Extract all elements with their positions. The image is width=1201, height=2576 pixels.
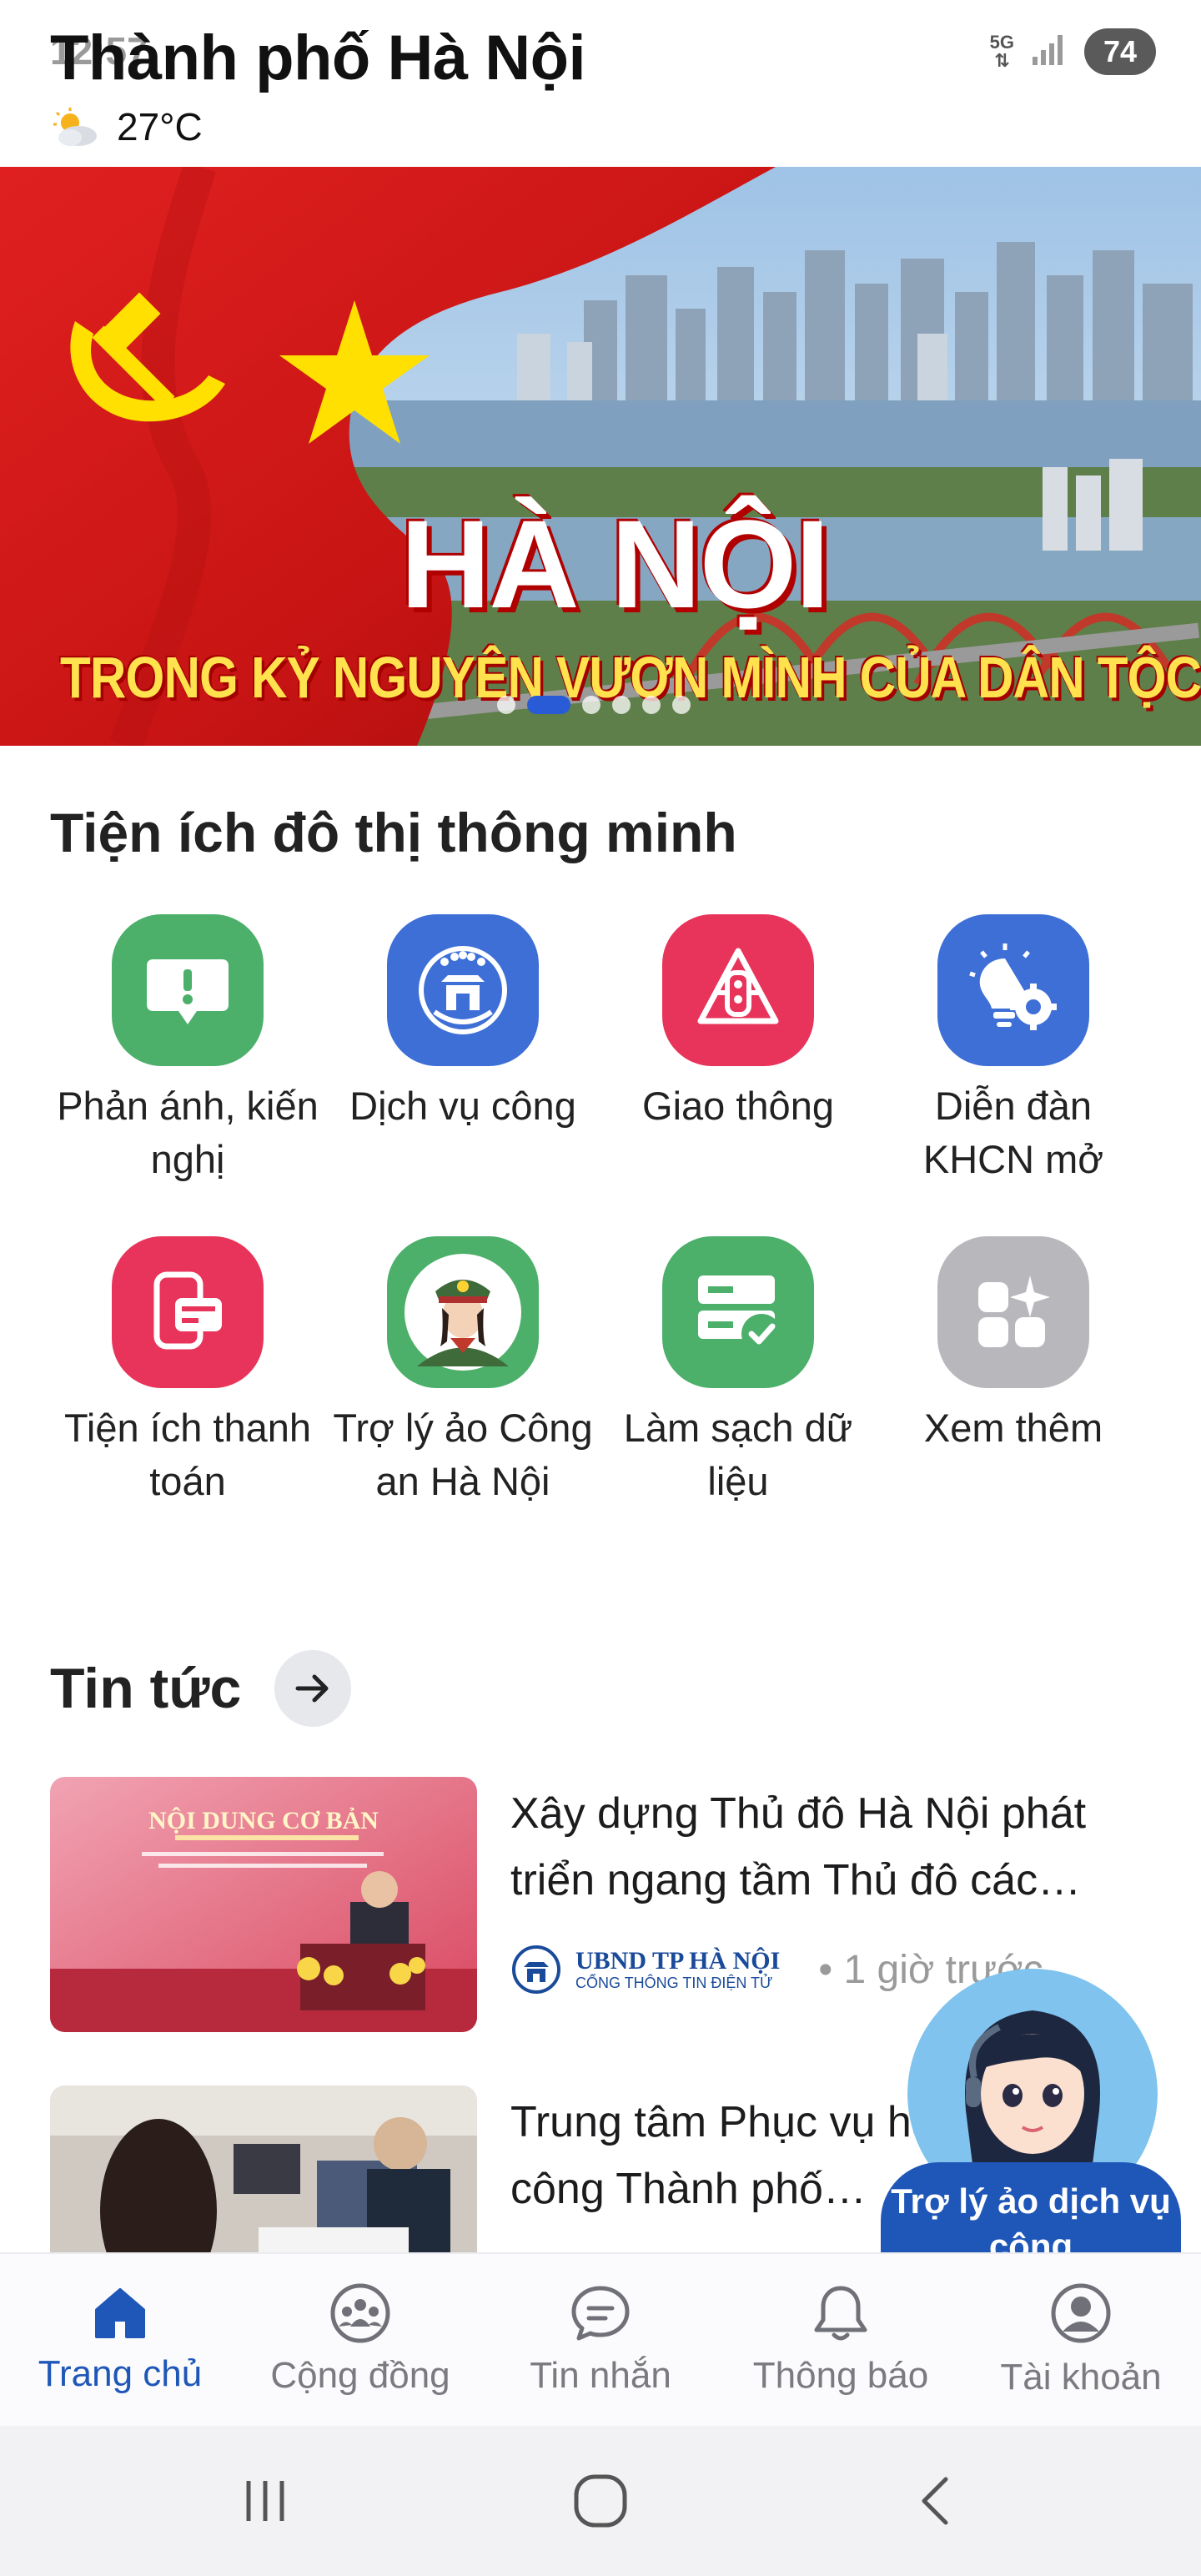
account-icon: [1051, 2283, 1111, 2343]
community-icon: [330, 2283, 390, 2343]
utility-label: Làm sạch dữ liệu: [623, 1406, 853, 1503]
utility-payment[interactable]: Tiện ích thanh toán: [50, 1236, 325, 1508]
utility-traffic[interactable]: Giao thông: [600, 914, 876, 1186]
arrow-right-icon: [295, 1674, 329, 1703]
data-clean-icon: [662, 1236, 814, 1388]
utility-label: Trợ lý ảo Công an Hà Nội: [333, 1406, 593, 1503]
carousel-dot[interactable]: [672, 696, 691, 714]
recent-apps-icon[interactable]: [224, 2468, 307, 2534]
carousel-indicator: [497, 696, 691, 714]
bottom-navigation: Trang chủ Cộng đồng Tin nhắn Thông báo T…: [0, 2252, 1201, 2426]
utilities-grid: Phản ánh, kiến nghị Dịch vụ công Giao th…: [50, 914, 1151, 1508]
utility-data-clean[interactable]: Làm sạch dữ liệu: [600, 1236, 876, 1508]
partly-cloudy-icon: [50, 106, 102, 148]
carousel-dot-active[interactable]: [527, 696, 570, 714]
news-more-button[interactable]: [274, 1650, 352, 1727]
utility-label: Xem thêm: [923, 1406, 1103, 1450]
payment-card-icon: [112, 1236, 264, 1388]
utility-police-assistant[interactable]: Trợ lý ảo Công an Hà Nội: [325, 1236, 600, 1508]
carousel-dot[interactable]: [612, 696, 631, 714]
nav-label: Trang chủ: [38, 2353, 203, 2394]
utility-public-service[interactable]: Dịch vụ công: [325, 914, 600, 1186]
virtual-assistant-button[interactable]: Trợ lý ảo dịch vụ công: [881, 1969, 1181, 2279]
nav-label: Cộng đồng: [270, 2355, 450, 2396]
utility-label: Dịch vụ công: [349, 1084, 576, 1128]
temperature: 27°C: [117, 105, 203, 148]
utility-science-forum[interactable]: Diễn đàn KHCN mở: [876, 914, 1151, 1186]
more-apps-icon: [937, 1236, 1089, 1388]
news-thumbnail: NỘI DUNG CƠ BẢN: [50, 1777, 477, 2032]
system-navigation-bar: [0, 2426, 1201, 2576]
news-source-sub: CỔNG THÔNG TIN ĐIỆN TỬ: [575, 1975, 773, 1991]
signal-icon: [1031, 33, 1068, 71]
message-icon: [571, 2286, 630, 2341]
back-icon[interactable]: [894, 2468, 977, 2534]
nav-label: Tin nhắn: [530, 2355, 671, 2396]
network-5g-icon: 5G ⇅: [989, 32, 1014, 71]
feedback-icon: [112, 914, 264, 1066]
news-item-title: Xây dựng Thủ đô Hà Nội phát triển ngang …: [510, 1789, 1087, 1904]
utility-more[interactable]: Xem thêm: [876, 1236, 1151, 1508]
public-service-emblem-icon: [387, 914, 539, 1066]
battery-indicator: 74: [1084, 28, 1156, 75]
nav-community[interactable]: Cộng đồng: [240, 2254, 480, 2426]
nav-messages[interactable]: Tin nhắn: [480, 2254, 721, 2426]
carousel-dot[interactable]: [497, 696, 515, 714]
hero-banner[interactable]: HÀ NỘI TRONG KỶ NGUYÊN VƯƠN MÌNH CỦA DÂN…: [0, 167, 1201, 746]
app-header: 12:57 Thành phố Hà Nội 27°C 5G ⇅ 74: [0, 0, 1201, 167]
bell-icon: [814, 2286, 867, 2341]
thumbnail-heading: NỘI DUNG CƠ BẢN: [148, 1807, 379, 1834]
traffic-light-icon: [662, 914, 814, 1066]
lightbulb-gear-icon: [937, 914, 1089, 1066]
carousel-dot[interactable]: [642, 696, 661, 714]
city-title[interactable]: Thành phố Hà Nội: [50, 22, 586, 94]
utility-label: Diễn đàn KHCN mở: [922, 1084, 1104, 1181]
hanoi-emblem-icon: [512, 1945, 560, 1994]
news-title: Tin tức: [50, 1657, 242, 1720]
utility-label: Phản ánh, kiến nghị: [57, 1084, 319, 1181]
home-icon: [95, 2288, 145, 2338]
police-assistant-icon: [387, 1236, 539, 1388]
utility-label: Giao thông: [642, 1084, 834, 1128]
status-icons: 5G ⇅ 74: [990, 28, 1156, 75]
utilities-title: Tiện ích đô thị thông minh: [50, 802, 737, 863]
news-header: Tin tức: [50, 1650, 352, 1727]
utility-label: Tiện ích thanh toán: [63, 1406, 312, 1503]
nav-home[interactable]: Trang chủ: [0, 2254, 240, 2426]
utility-feedback[interactable]: Phản ánh, kiến nghị: [50, 914, 325, 1186]
weather-widget[interactable]: 27°C: [50, 103, 203, 150]
banner-title: HÀ NỘI: [400, 494, 830, 634]
news-source-name: UBND TP HÀ NỘI: [575, 1947, 781, 1975]
nav-label: Tài khoản: [1000, 2357, 1162, 2397]
nav-account[interactable]: Tài khoản: [961, 2254, 1201, 2426]
carousel-dot[interactable]: [582, 696, 600, 714]
news-thumbnail: [50, 2085, 477, 2252]
nav-notifications[interactable]: Thông báo: [721, 2254, 961, 2426]
nav-label: Thông báo: [752, 2355, 929, 2396]
home-circle-icon[interactable]: [559, 2468, 642, 2534]
